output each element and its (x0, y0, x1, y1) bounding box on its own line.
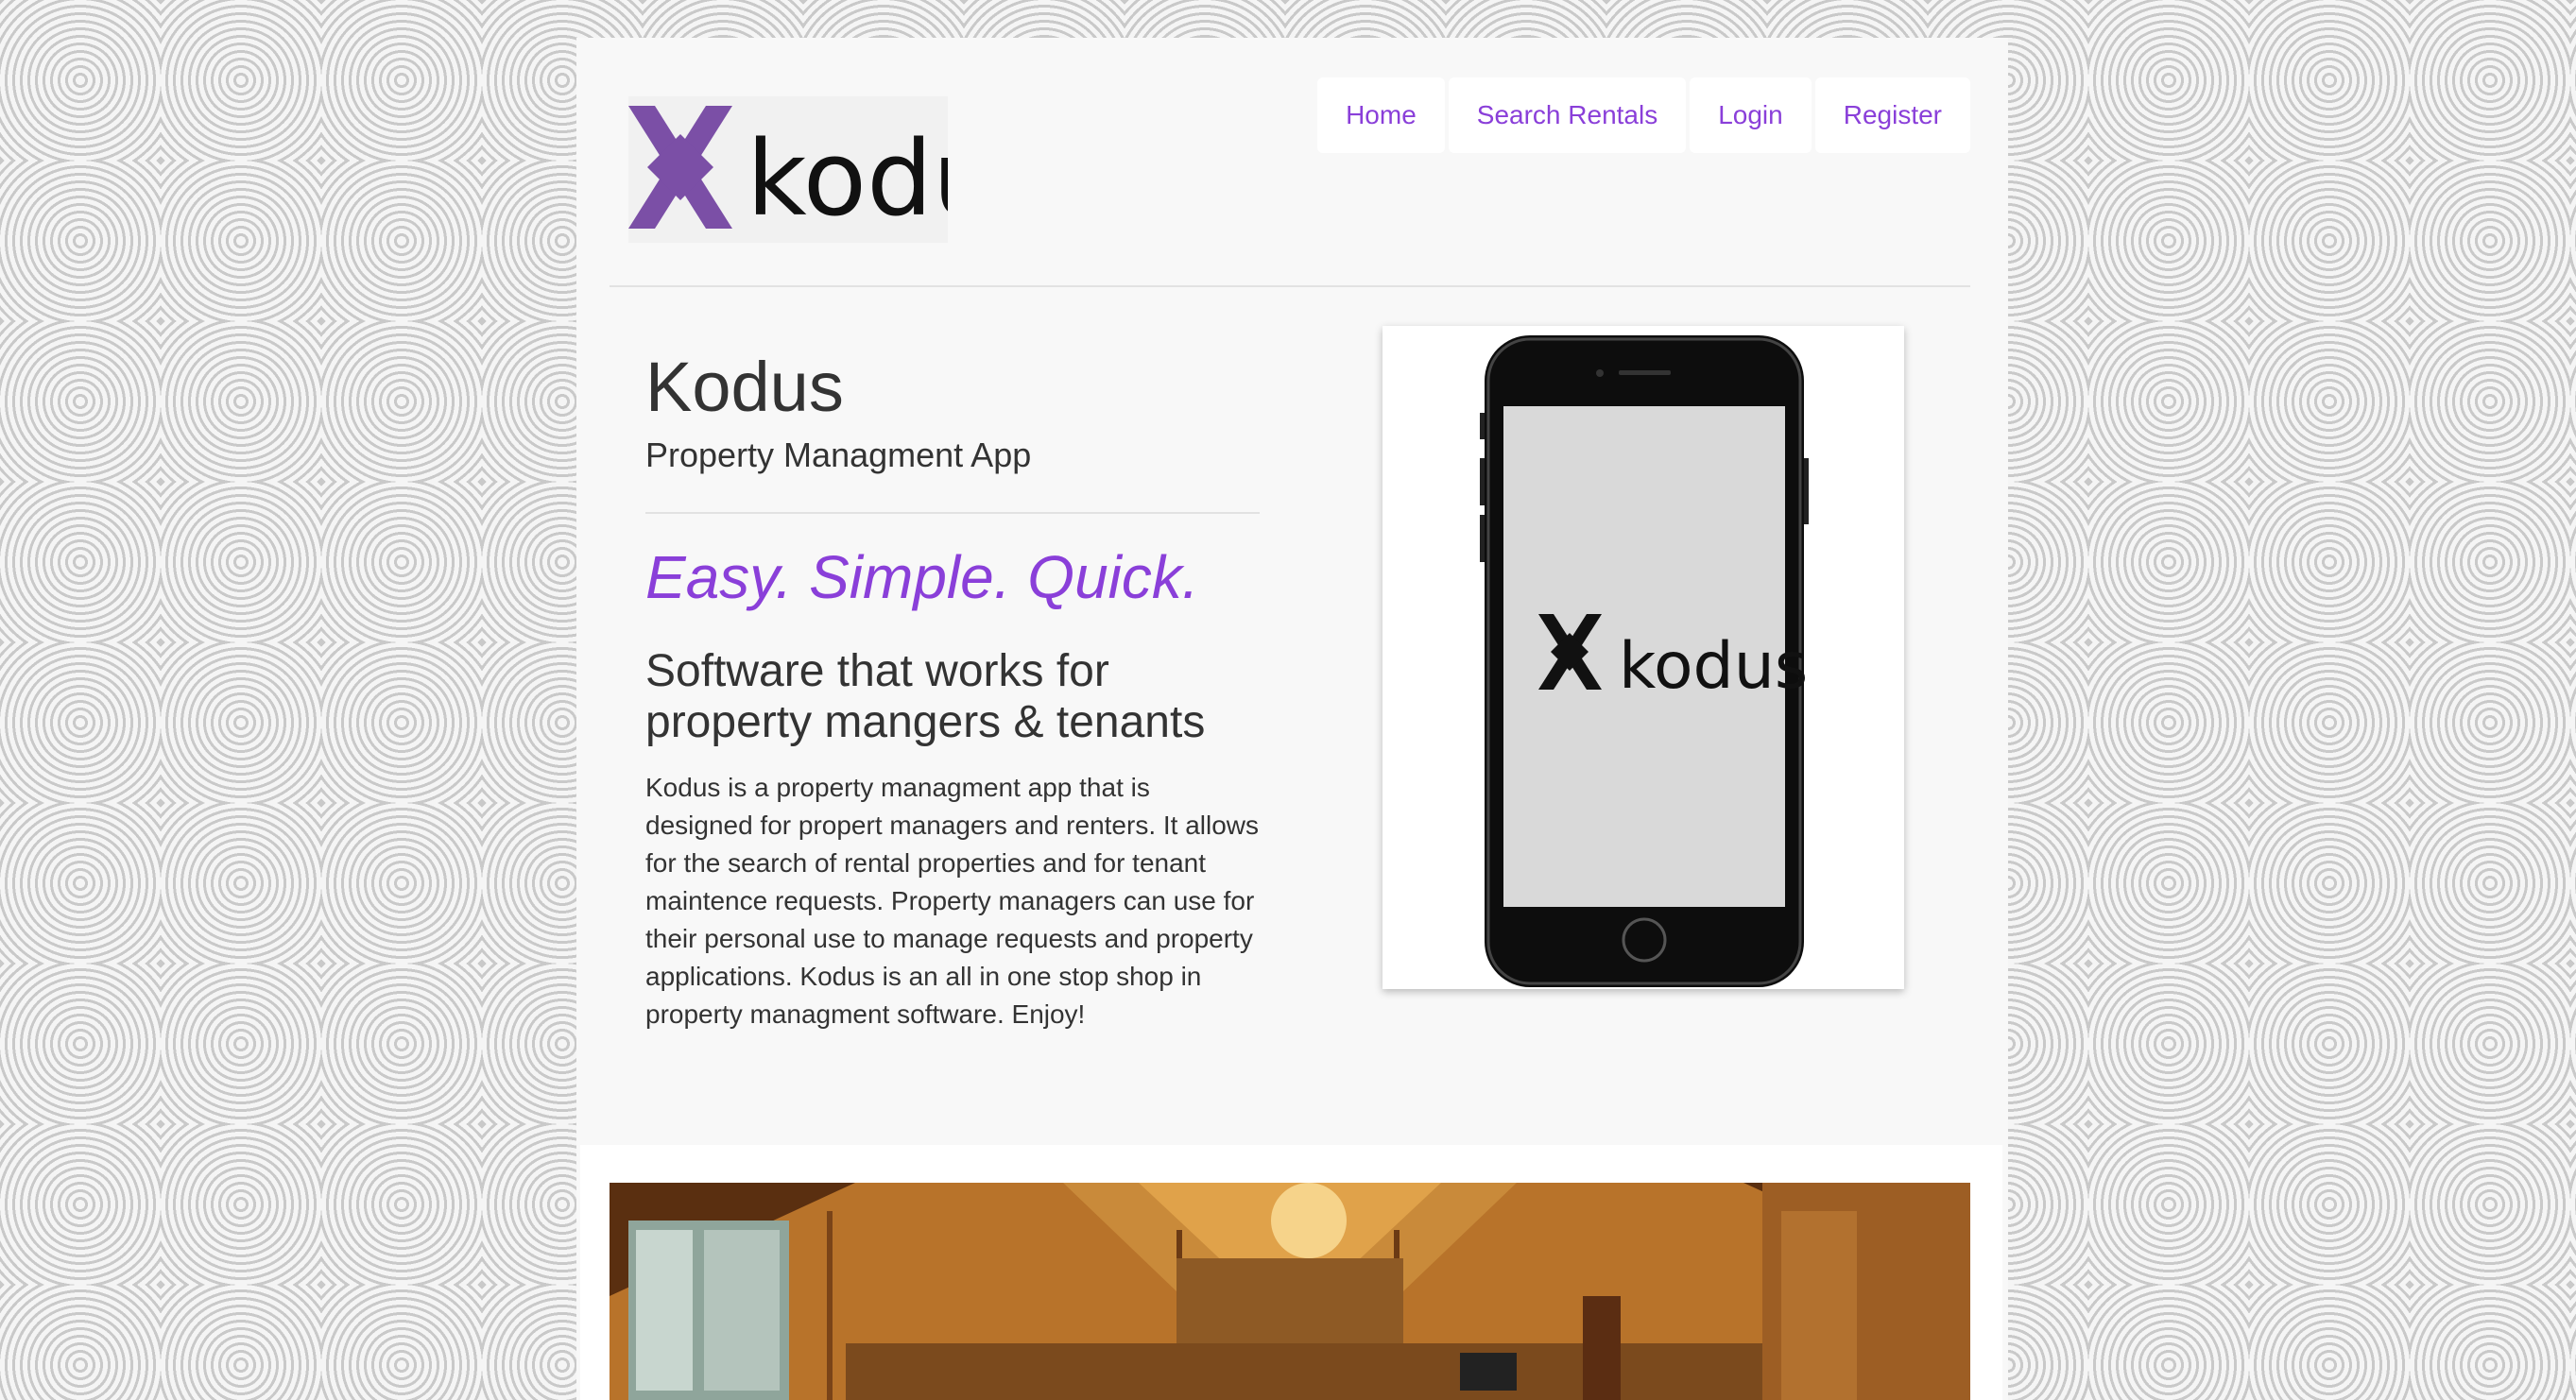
phone-image: kodus (1382, 326, 1904, 989)
nav-register[interactable]: Register (1814, 77, 1970, 153)
kodus-mark-icon (628, 106, 732, 229)
intro-section: Kodus Property Managment App Easy. Simpl… (645, 350, 1264, 1033)
page-subtitle: Property Managment App (645, 435, 1032, 474)
nav-login[interactable]: Login (1690, 77, 1812, 153)
heading-line-2: property mangers & tenants (645, 697, 1206, 747)
cabin-interior-image (610, 1183, 1970, 1400)
logo-wordmark: kodus (747, 118, 948, 239)
page-container: kodus Home Search Rentals Login Register… (576, 38, 2008, 1400)
heading-line-1: Software that works for (645, 646, 1109, 696)
kodus-logo[interactable]: kodus (628, 96, 948, 243)
page-title: Kodus (645, 348, 844, 426)
nav-home[interactable]: Home (1317, 77, 1445, 153)
nav-search-rentals[interactable]: Search Rentals (1448, 77, 1687, 153)
section-heading: Software that works for property mangers… (645, 646, 1264, 748)
divider (645, 512, 1260, 514)
phone-screen-logo: kodus (1619, 629, 1808, 704)
site-header: kodus Home Search Rentals Login Register (610, 38, 1970, 287)
main-nav: Home Search Rentals Login Register (1317, 77, 1970, 153)
tagline: Easy. Simple. Quick. (645, 543, 1199, 611)
description: Kodus is a property managment app that i… (645, 773, 1260, 1029)
